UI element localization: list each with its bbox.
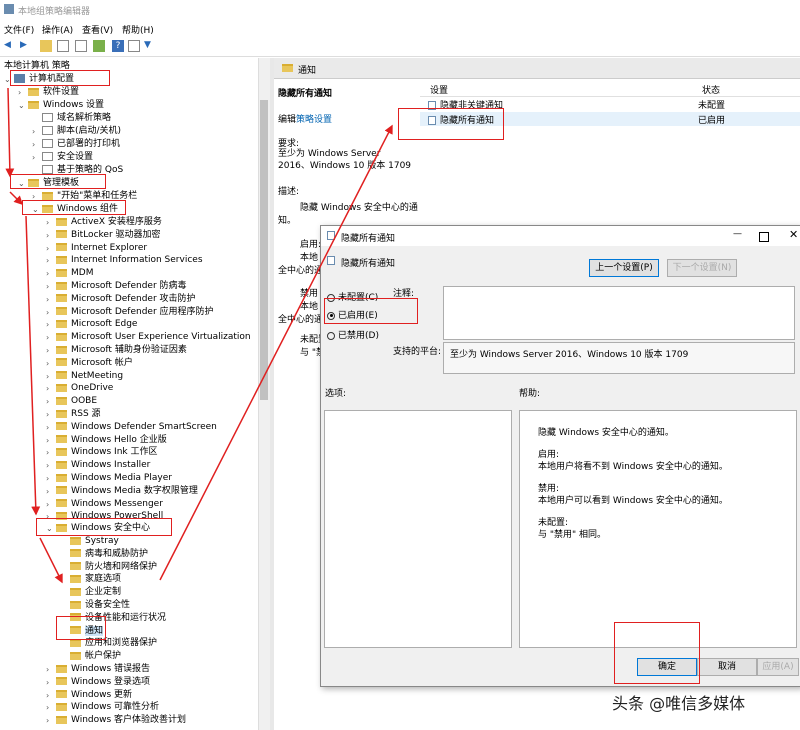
annotation-arrows: [5, 87, 393, 584]
arrow-line: [9, 191, 24, 206]
arrow-line: [25, 215, 41, 516]
arrow-line: [159, 124, 393, 581]
arrow-line: [39, 537, 63, 584]
watermark: 头条 @唯信多媒体: [612, 694, 746, 713]
arrow-line: [5, 87, 15, 178]
